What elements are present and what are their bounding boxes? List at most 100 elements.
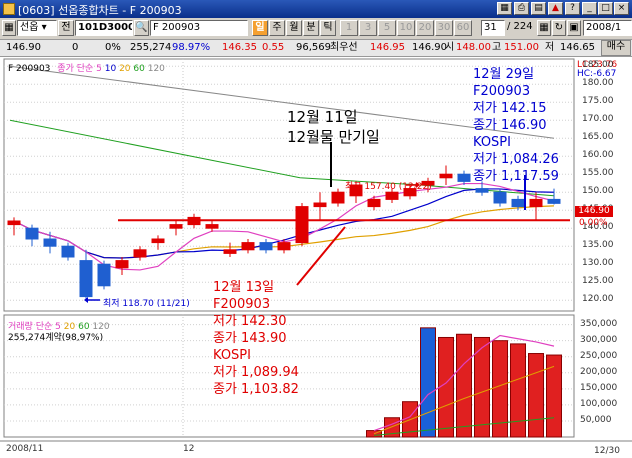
candle-body	[331, 191, 345, 204]
candle-body	[133, 249, 147, 258]
price-legend-name: F 200903	[8, 64, 51, 74]
volume-rate: 98.97%	[172, 42, 211, 53]
price-tick-label: 170.00	[582, 114, 614, 125]
candle-body	[79, 260, 93, 298]
count-input[interactable]: 31	[481, 20, 505, 36]
app-icon	[3, 3, 15, 15]
high-price: 151.00	[504, 42, 539, 53]
grid-menu-icon[interactable]: ▦	[2, 20, 16, 36]
candle-body	[97, 263, 111, 287]
price-tick-label: 185.00	[582, 60, 614, 71]
low-label: 저	[545, 42, 555, 53]
price-tick-label: 180.00	[582, 78, 614, 89]
candle-body	[187, 216, 201, 226]
candle-body	[151, 238, 165, 244]
price-tick-label: 120.00	[582, 294, 614, 305]
volume-bar	[420, 327, 436, 438]
minute-option-5[interactable]: 5	[378, 20, 396, 36]
print-icon[interactable]: ⎙	[514, 2, 529, 15]
candle-body	[547, 198, 561, 204]
grid-view-icon[interactable]: ▦	[537, 20, 551, 36]
candle-body	[205, 224, 219, 229]
price-tick-label: 125.00	[582, 276, 614, 287]
maximize-icon[interactable]: □	[598, 2, 613, 15]
candle-body	[367, 198, 381, 208]
ma60-legend: 60	[133, 64, 145, 74]
tab-minute[interactable]: 분	[303, 20, 319, 36]
minute-option-10[interactable]: 10	[397, 20, 415, 36]
price-ma-label: 종가 단순	[57, 64, 94, 74]
x-label-start: 2008/11	[6, 444, 44, 454]
search-icon[interactable]: 🔍	[134, 20, 149, 36]
price-tick-label: 165.00	[582, 132, 614, 143]
buy-button[interactable]: 매수	[601, 40, 631, 56]
change-rate: 0%	[105, 42, 121, 53]
refresh-icon[interactable]: ↻	[552, 20, 566, 36]
minute-option-3[interactable]: 3	[359, 20, 377, 36]
candle-body	[43, 238, 57, 247]
date-field[interactable]: 2008/1	[583, 20, 632, 36]
x-label-end: 12/30	[594, 446, 620, 456]
max-price-label: 최고 157.40 (12/22)	[345, 182, 432, 192]
candle-body	[295, 206, 309, 244]
volume-info: 255,274계약(98,97%)	[8, 333, 104, 343]
current-price: 146.90	[6, 42, 41, 53]
minute-option-20[interactable]: 20	[416, 20, 434, 36]
volume-tick-label: 50,000	[580, 414, 612, 425]
price-tick-label: 175.00	[582, 96, 614, 107]
price-tick-label: 130.00	[582, 258, 614, 269]
dec13-annotation: 12월 13일 F200903 저가 142.30 종가 143.90 KOSP…	[213, 280, 299, 397]
volume-bar	[528, 353, 544, 438]
price-tick-label: 135.00	[582, 240, 614, 251]
candle-body	[259, 242, 273, 251]
volume-tick-label: 100,000	[580, 398, 618, 409]
tab-tick[interactable]: 틱	[320, 20, 336, 36]
current-price-tag: 146.90	[575, 206, 613, 217]
tab-monthly[interactable]: 월	[286, 20, 302, 36]
minute-option-60[interactable]: 60	[454, 20, 472, 36]
tab-daily[interactable]: 일	[252, 20, 268, 36]
help-icon[interactable]: ?	[565, 2, 580, 15]
minute-option-1[interactable]: 1	[340, 20, 358, 36]
window-code: [0603]	[18, 4, 55, 17]
candle-body	[493, 191, 507, 204]
min-price-label: 최저 118.70 (11/21)	[103, 299, 190, 309]
volume-bar	[438, 336, 454, 438]
candle-body	[313, 202, 327, 208]
calendar-icon[interactable]: ▣	[567, 20, 581, 36]
volume-tick-label: 200,000	[580, 366, 618, 377]
open-price: 148.00	[456, 42, 491, 53]
prev-price: 146.35	[222, 42, 257, 53]
alert-icon[interactable]: ▲	[548, 2, 563, 15]
tab-weekly[interactable]: 주	[269, 20, 285, 36]
market-select[interactable]: 선옵 ▾	[17, 20, 57, 36]
price-tick-label: 155.00	[582, 168, 614, 179]
candle-body	[457, 173, 471, 182]
title-bar: [0603] 선옵종합차트 - F 200903 ▦ ⎙ ▤ ▲ ? _ □ ×	[0, 0, 632, 18]
minute-option-30[interactable]: 30	[435, 20, 453, 36]
candle-body	[25, 227, 39, 240]
volume-bar	[456, 333, 472, 438]
total-count: / 224	[507, 21, 533, 32]
candle-body	[241, 242, 255, 251]
ma10-legend: 10	[104, 64, 117, 74]
toolbar: ▦ 선옵 ▾ 전 101D3000 ▾ 🔍 F 200903 일 주 월 분 틱…	[0, 18, 632, 40]
grid-icon[interactable]: ▦	[497, 2, 512, 15]
window-title: 선옵종합차트 - F 200903	[58, 4, 182, 17]
code-input[interactable]: 101D3000 ▾	[75, 20, 133, 36]
best-label: 최우선	[330, 42, 358, 53]
candle-body	[115, 260, 129, 269]
quote-bar: 146.90 0 0% 255,274 98.97% 146.35 0.55 9…	[0, 40, 632, 57]
x-label-mid: 12	[183, 444, 195, 454]
chart-icon[interactable]: ▤	[531, 2, 546, 15]
name-field: F 200903	[150, 20, 248, 36]
volume-tick-label: 300,000	[580, 334, 618, 345]
quantity: 96,569	[296, 42, 331, 53]
minimize-icon[interactable]: _	[582, 2, 597, 15]
candle-body	[7, 220, 21, 226]
jeon-button[interactable]: 전	[58, 20, 74, 36]
candle-body	[223, 249, 237, 254]
volume-tick-label: 350,000	[580, 318, 618, 329]
expiry-annotation: 12월 11일 12월물 만기일	[287, 108, 380, 146]
close-icon[interactable]: ×	[614, 2, 629, 15]
